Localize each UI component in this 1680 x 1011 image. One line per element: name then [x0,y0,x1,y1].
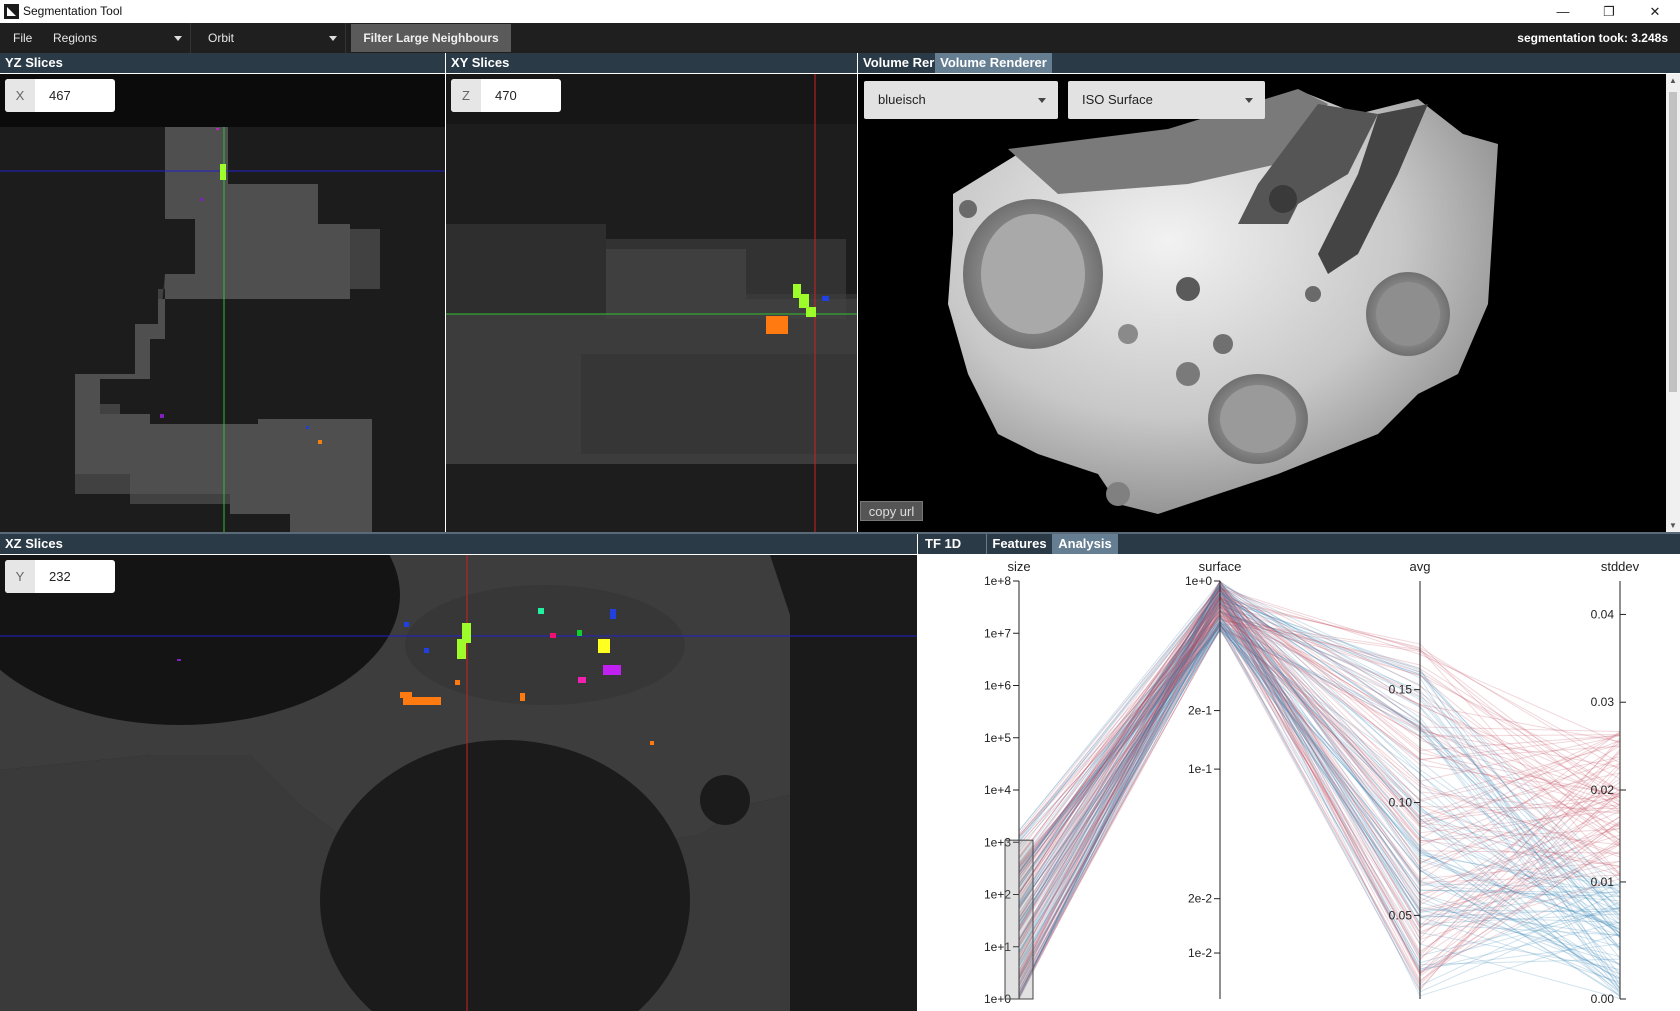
segmentation-time-status: segmentation took: 3.248s [1517,31,1668,45]
file-menu[interactable]: File [13,23,32,53]
parallel-coordinates-chart[interactable]: size1e+81e+71e+61e+51e+41e+31e+21e+11e+0… [918,554,1680,1011]
analysis-chart[interactable]: size 1e+8 1e+7 1e+6 1e+5 1e+4 1e+3 1e+2 1e+1 1e+0… [918,554,1680,1011]
render-mode-value: ISO Surface [1082,92,1153,107]
z-coordinate-field[interactable]: Z 470 [451,79,561,112]
chevron-down-icon [1038,98,1046,103]
chevron-down-icon [1245,98,1253,103]
tick-label: 1e-2 [1188,946,1212,960]
x-value-input[interactable]: 467 [49,79,71,112]
axis-title-avg: avg [1410,559,1431,574]
y-coordinate-field[interactable]: Y 232 [5,560,115,593]
copy-url-button[interactable]: copy url [860,501,923,521]
volume-scrollbar[interactable]: ▲ ▼ [1666,74,1680,532]
app-logo-icon [4,4,19,19]
yz-slices-header: YZ Slices [0,53,445,73]
scrollbar-thumb[interactable] [1669,92,1677,392]
scroll-up-icon[interactable]: ▲ [1669,76,1677,85]
tab-tf1d[interactable]: TF 1D [918,534,986,554]
volume-renderer-view[interactable]: blueisch ISO Surface [858,74,1666,532]
tick-label: 0.10 [1389,796,1413,810]
xz-slices-title: XZ Slices [5,536,63,551]
volume-renderer-title: Volume Rer [863,55,935,70]
volume-renderer-tab[interactable]: Volume Renderer [935,53,1052,73]
tick-label: 0.01 [1591,875,1615,889]
tick-label: 1e-1 [1188,762,1212,776]
xy-slice-view[interactable]: Z 470 [446,74,857,532]
yz-slices-title: YZ Slices [5,55,63,70]
yz-slice-view[interactable]: X 467 [0,74,445,532]
menu-bar: File Regions Orbit Filter Large Neighbou… [0,23,1680,53]
scroll-down-icon[interactable]: ▼ [1669,521,1677,530]
axis-title-size: size [1007,559,1030,574]
orbit-dropdown[interactable]: Orbit [196,23,346,53]
close-button[interactable]: ✕ [1632,0,1678,23]
yz-slice-image [0,127,445,532]
colormap-dropdown[interactable]: blueisch [864,81,1058,119]
tick-label: 0.02 [1591,783,1615,797]
z-axis-label: Z [451,79,481,112]
tick-label: 1e+8 [984,574,1011,588]
tick-label: 1e+7 [984,626,1011,640]
restore-button[interactable]: ❐ [1586,0,1632,23]
minimize-button[interactable]: — [1540,0,1586,23]
z-value-input[interactable]: 470 [495,79,517,112]
x-coordinate-field[interactable]: X 467 [5,79,115,112]
chevron-down-icon [174,36,182,41]
xz-slices-header: XZ Slices [0,534,917,554]
xz-slice-view[interactable]: Y 232 [0,555,917,1011]
title-bar: Segmentation Tool — ❐ ✕ [0,0,1680,23]
regions-dropdown[interactable]: Regions [41,23,191,53]
rendered-part-image [948,89,1498,514]
tick-label: 0.03 [1591,695,1615,709]
tick-label: 1e+5 [984,731,1011,745]
tick-label: 0.15 [1389,683,1413,697]
xy-slices-header: XY Slices [446,53,857,73]
window-title: Segmentation Tool [23,4,123,18]
xz-slice-image [0,555,917,1011]
tick-label: 0.04 [1591,607,1615,621]
xy-slice-image [446,74,857,532]
tick-label: 1e+4 [984,783,1011,797]
y-axis-label: Y [5,560,35,593]
chevron-down-icon [329,36,337,41]
colormap-value: blueisch [878,92,926,107]
filter-large-neighbours-button[interactable]: Filter Large Neighbours [351,24,511,52]
axis-title-surface: surface [1199,559,1242,574]
tick-label: 2e-2 [1188,892,1212,906]
tick-label: 2e-1 [1188,704,1212,718]
y-value-input[interactable]: 232 [49,560,71,593]
regions-label: Regions [53,31,98,45]
tick-label: 0.00 [1591,992,1615,1006]
render-mode-dropdown[interactable]: ISO Surface [1068,81,1265,119]
tick-label: 1e+6 [984,679,1011,693]
xy-slices-title: XY Slices [451,55,510,70]
tab-analysis[interactable]: Analysis [1052,534,1118,554]
x-axis-label: X [5,79,35,112]
tick-label: 0.05 [1389,908,1413,922]
orbit-label: Orbit [208,31,235,45]
tab-features[interactable]: Features [986,534,1052,554]
tick-label: 1e+0 [1185,574,1212,588]
polylines-layer [1018,580,1621,1000]
axis-title-stddev: stddev [1601,559,1640,574]
brush-selection[interactable] [1004,839,1034,1000]
